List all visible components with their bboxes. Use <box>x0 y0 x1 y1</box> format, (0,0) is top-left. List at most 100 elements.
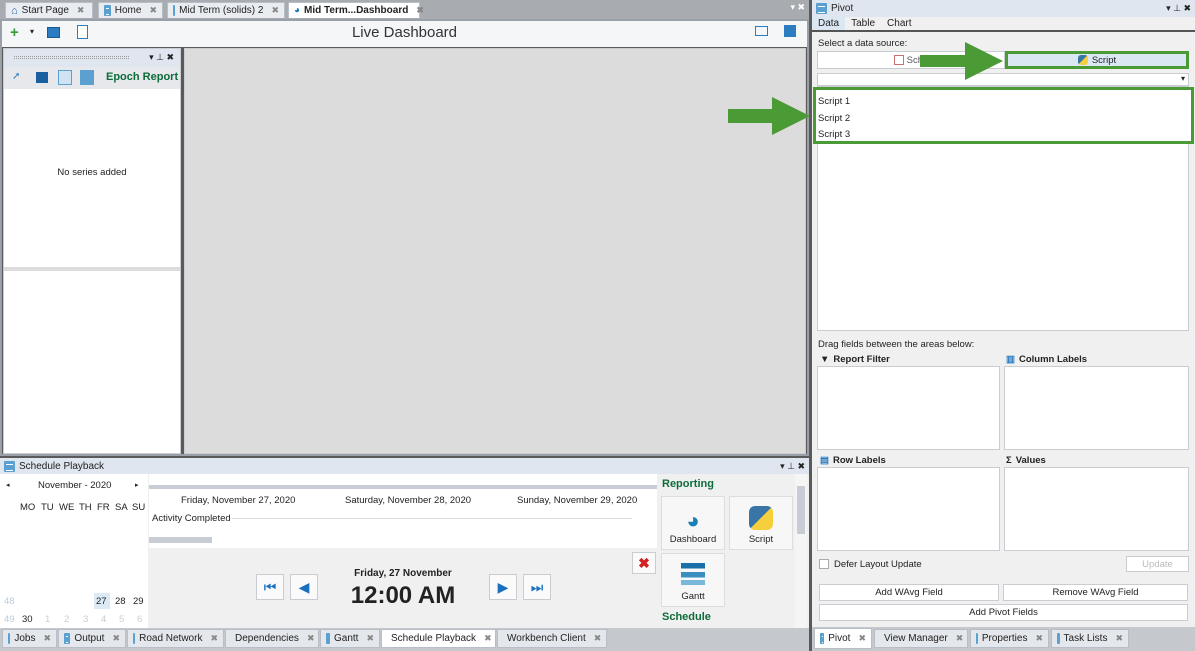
tab-road-network[interactable]: Road Network ✖ <box>127 629 224 648</box>
calendar-day-selected[interactable]: 27 <box>94 593 110 609</box>
tab-mid-term-dashboard[interactable]: ◕ Mid Term...Dashboard ✖ <box>288 2 424 18</box>
tab-start-page[interactable]: ⌂ Start Page ✖ <box>5 2 93 18</box>
reporting-scrollbar[interactable] <box>795 474 807 629</box>
reporting-header: Reporting <box>662 478 714 490</box>
skip-to-start-button[interactable]: ⏮ <box>256 574 284 600</box>
script-item[interactable]: Script 2 <box>818 111 1189 128</box>
calendar-day[interactable]: 6 <box>137 614 142 625</box>
tab-gantt[interactable]: Gantt ✖ <box>320 629 380 648</box>
close-icon[interactable]: ✖ <box>271 5 279 16</box>
document-icon <box>820 633 825 644</box>
calendar-day[interactable]: 30 <box>22 614 33 625</box>
reporting-panel: Reporting ◕ Dashboard Script Gantt Schedu… <box>658 474 795 629</box>
weekday: WE <box>59 502 75 513</box>
export-icon[interactable]: ➚ <box>12 71 20 82</box>
report-icon[interactable] <box>80 70 94 85</box>
script-list: Script 1 Script 2 Script 3 <box>813 87 1194 144</box>
row-labels-area[interactable] <box>817 467 1000 551</box>
step-forward-button[interactable]: ▶ <box>489 574 517 600</box>
panel-controls-icon[interactable]: ▾ ⊥ ✖ <box>149 52 174 63</box>
tab-task-lists[interactable]: Task Lists ✖ <box>1051 629 1129 648</box>
add-wavg-button[interactable]: Add WAvg Field <box>819 584 999 601</box>
weekday: SU <box>132 502 146 513</box>
no-series-message: No series added <box>57 167 127 178</box>
tab-home[interactable]: Home ✖ <box>98 2 163 18</box>
defer-checkbox[interactable] <box>819 559 829 569</box>
script-item[interactable]: Script 1 <box>818 94 1189 111</box>
calendar-day[interactable]: 2 <box>64 614 69 625</box>
python-icon <box>749 506 773 530</box>
panel-controls-icon[interactable]: ▾ ⊥ ✖ <box>780 461 805 472</box>
calendar-day[interactable]: 4 <box>101 614 106 625</box>
weekday: MO <box>20 502 36 513</box>
gantt-tile[interactable]: Gantt <box>661 553 725 607</box>
tab-output[interactable]: Output ✖ <box>58 629 126 648</box>
close-icon[interactable]: ✖ <box>416 5 424 16</box>
splitter[interactable] <box>4 267 180 271</box>
tab-view-manager[interactable]: View Manager ✖ <box>874 629 968 648</box>
excel-icon[interactable] <box>36 72 48 83</box>
columns-icon: ▥ <box>1006 354 1015 365</box>
week-number: 49 <box>4 614 15 625</box>
close-icon[interactable]: ✖ <box>1035 633 1043 644</box>
calendar-day[interactable]: 28 <box>115 596 126 607</box>
dashboard-tile[interactable]: ◕ Dashboard <box>661 496 725 550</box>
calendar-day[interactable]: 5 <box>119 614 124 625</box>
close-icon[interactable]: ✖ <box>1115 633 1123 644</box>
dashboard-canvas[interactable] <box>184 48 806 454</box>
close-icon[interactable]: ✖ <box>858 633 866 644</box>
tab-mid-term-solids[interactable]: Mid Term (solids) 2 ✖ <box>167 2 285 18</box>
chevron-down-icon[interactable]: ▾ <box>1181 74 1185 83</box>
source-script-button[interactable]: Script <box>1005 51 1189 69</box>
panel-controls-icon[interactable]: ▾ ⊥ ✖ <box>1166 3 1191 14</box>
skip-to-end-button[interactable]: ⏭ <box>523 574 551 600</box>
tab-properties[interactable]: Properties ✖ <box>970 629 1049 648</box>
add-pivot-fields-button[interactable]: Add Pivot Fields <box>819 604 1188 621</box>
close-icon[interactable]: ✖ <box>149 5 157 16</box>
close-icon[interactable]: ✖ <box>956 633 964 644</box>
save-icon[interactable] <box>784 25 796 37</box>
tab-jobs[interactable]: Jobs ✖ <box>2 629 57 648</box>
close-icon[interactable]: ✖ <box>210 633 218 644</box>
open-folder-icon[interactable] <box>755 26 768 36</box>
calendar-day[interactable]: 3 <box>83 614 88 625</box>
script-dropdown[interactable]: ▾ <box>817 73 1189 86</box>
next-month-icon[interactable]: ▸ <box>135 481 139 489</box>
update-button[interactable]: Update <box>1126 556 1189 572</box>
drag-grip[interactable] <box>14 56 129 59</box>
script-tile[interactable]: Script <box>729 496 793 550</box>
remove-wavg-button[interactable]: Remove WAvg Field <box>1003 584 1188 601</box>
close-icon[interactable]: ✖ <box>484 633 492 644</box>
tab-chart[interactable]: Chart <box>881 17 917 30</box>
close-icon[interactable]: ✖ <box>77 5 85 16</box>
tab-menu-icon[interactable]: ▾ ✖ <box>790 2 805 13</box>
tab-schedule-playback[interactable]: Schedule Playback ✖ <box>381 629 496 648</box>
report-filter-area[interactable] <box>817 366 1000 450</box>
tab-pivot[interactable]: Pivot ✖ <box>814 628 872 649</box>
epoch-report-panel: ▾ ⊥ ✖ ➚ Epoch Report No series added <box>3 48 181 454</box>
tab-dependencies[interactable]: Dependencies ✖ <box>225 629 319 648</box>
rows-icon: ▤ <box>820 455 829 466</box>
panel-header[interactable]: ▾ ⊥ ✖ <box>4 49 180 67</box>
prev-month-icon[interactable]: ◂ <box>6 481 10 489</box>
script-item[interactable]: Script 3 <box>818 127 1189 144</box>
close-icon[interactable]: ✖ <box>307 633 315 644</box>
close-icon[interactable]: ✖ <box>112 633 120 644</box>
calendar-day[interactable]: 1 <box>45 614 50 625</box>
tab-data[interactable]: Data <box>812 17 846 30</box>
tab-table[interactable]: Table <box>845 17 881 30</box>
tab-workbench-client[interactable]: Workbench Client ✖ <box>497 629 607 648</box>
document-icon <box>133 633 136 644</box>
calendar-day[interactable]: 29 <box>133 596 144 607</box>
timeline-scrollbar[interactable] <box>149 537 212 543</box>
table-icon[interactable] <box>58 70 72 85</box>
column-labels-area[interactable] <box>1004 366 1189 450</box>
step-back-button[interactable]: ◀ <box>290 574 318 600</box>
epoch-report-label: Epoch Report <box>106 71 179 83</box>
close-icon[interactable]: ✖ <box>366 633 374 644</box>
values-area[interactable] <box>1004 467 1189 551</box>
close-icon[interactable]: ✖ <box>594 633 602 644</box>
source-schedule-button[interactable]: Sche <box>817 51 1005 69</box>
stop-button[interactable]: ✖ <box>632 552 656 574</box>
close-icon[interactable]: ✖ <box>43 633 51 644</box>
